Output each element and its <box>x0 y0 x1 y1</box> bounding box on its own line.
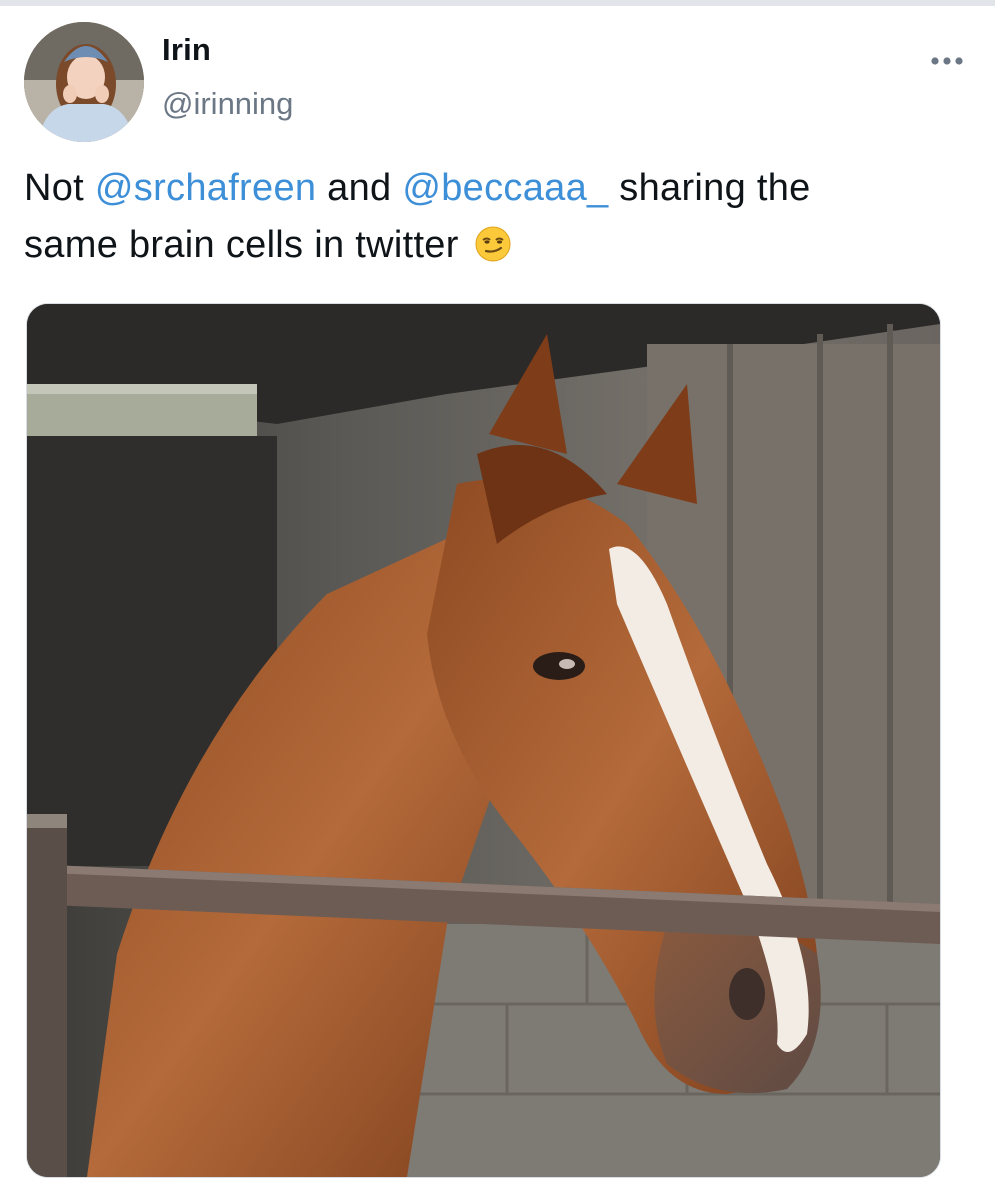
tweet-card: Irin @irinning Not @srchafreen and @becc… <box>0 0 995 1200</box>
user-handle[interactable]: @irinning <box>162 86 293 122</box>
tweet-text-prefix: Not <box>24 167 95 209</box>
more-horizontal-icon <box>931 57 963 65</box>
tweet-text: Not @srchafreen and @beccaaa_ sharing th… <box>24 160 954 280</box>
display-name[interactable]: Irin <box>162 32 211 68</box>
tweet-text-line-2: same brain cells in twitter <box>24 224 459 266</box>
tweet-text-rest: sharing the <box>608 167 811 209</box>
avatar[interactable] <box>24 22 144 142</box>
more-options-button[interactable] <box>924 46 970 76</box>
tweet-text-middle: and <box>316 167 403 209</box>
smirking-face-emoji-icon <box>474 223 512 280</box>
mention-link[interactable]: @srchafreen <box>95 167 316 209</box>
mention-link[interactable]: @beccaaa_ <box>402 167 608 209</box>
tweet-media-image[interactable] <box>26 303 941 1178</box>
top-divider <box>0 0 995 6</box>
